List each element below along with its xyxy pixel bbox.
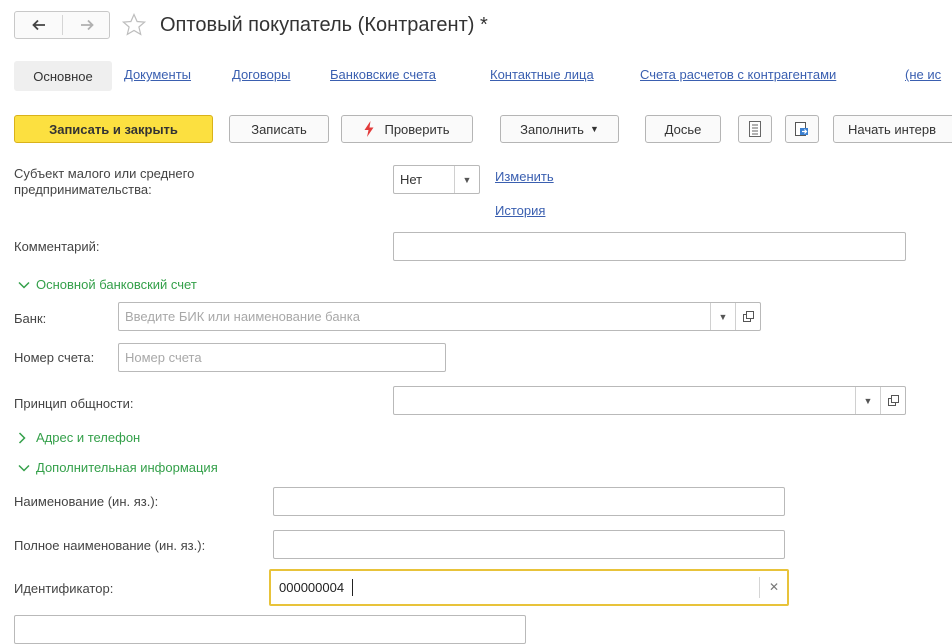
account-placeholder: Номер счета	[125, 350, 202, 365]
extra-info-section-toggle[interactable]: Дополнительная информация	[18, 460, 218, 475]
check-button-label: Проверить	[384, 121, 450, 137]
export-document-icon	[795, 122, 808, 136]
tab-contact-persons[interactable]: Контактные лица	[490, 67, 594, 82]
name-foreign-input[interactable]	[273, 487, 785, 516]
bottom-input[interactable]	[14, 615, 526, 644]
sme-select[interactable]: Нет ▼	[393, 165, 480, 194]
extra-info-section-title: Дополнительная информация	[36, 460, 218, 475]
tab-documents[interactable]: Документы	[124, 67, 191, 82]
bank-account-section-title: Основной банковский счет	[36, 277, 197, 292]
back-button[interactable]	[15, 12, 62, 38]
save-and-close-button[interactable]: Записать и закрыть	[14, 115, 213, 143]
chevron-down-icon	[18, 464, 30, 472]
tab-main[interactable]: Основное	[14, 61, 112, 91]
chevron-down-icon	[18, 281, 30, 289]
chevron-down-icon[interactable]: ▼	[454, 166, 479, 193]
account-label: Номер счета:	[14, 350, 95, 365]
chevron-down-icon[interactable]: ▼	[855, 387, 880, 414]
fill-button-label: Заполнить	[520, 121, 584, 137]
clear-icon[interactable]: ✕	[763, 576, 785, 598]
lightning-icon	[364, 121, 374, 137]
export-button[interactable]	[785, 115, 819, 143]
address-section-title: Адрес и телефон	[36, 430, 141, 445]
name-foreign-label: Наименование (ин. яз.):	[14, 494, 159, 509]
forward-button[interactable]	[63, 12, 110, 38]
arrow-right-icon	[80, 19, 94, 31]
start-interaction-button[interactable]: Начать интерв	[833, 115, 952, 143]
text-cursor	[352, 579, 353, 596]
sme-value: Нет	[400, 172, 423, 187]
fill-dropdown-button[interactable]: Заполнить ▼	[500, 115, 619, 143]
open-icon[interactable]	[880, 387, 905, 414]
save-button[interactable]: Записать	[229, 115, 329, 143]
tab-not-used[interactable]: (не ис	[905, 67, 941, 82]
full-name-foreign-label: Полное наименование (ин. яз.):	[14, 538, 206, 553]
tab-bank-accounts[interactable]: Банковские счета	[330, 67, 436, 82]
principle-input[interactable]: ▼	[393, 386, 906, 415]
account-input[interactable]: Номер счета	[118, 343, 446, 372]
open-icon[interactable]	[735, 303, 760, 330]
comment-label: Комментарий:	[14, 239, 100, 254]
favorite-star-icon[interactable]	[121, 12, 147, 38]
address-section-toggle[interactable]: Адрес и телефон	[18, 430, 140, 445]
dossier-button[interactable]: Досье	[645, 115, 721, 143]
document-list-icon	[749, 121, 761, 137]
arrow-left-icon	[31, 19, 45, 31]
principle-label: Принцип общности:	[14, 396, 134, 411]
window-title: Оптовый покупатель (Контрагент) *	[160, 14, 488, 36]
identifier-label: Идентификатор:	[14, 581, 114, 596]
chevron-down-icon[interactable]: ▼	[710, 303, 735, 330]
check-button[interactable]: Проверить	[341, 115, 473, 143]
identifier-value: 000000004	[279, 580, 345, 595]
bank-placeholder: Введите БИК или наименование банка	[125, 309, 360, 324]
comment-input[interactable]	[393, 232, 906, 261]
report-button[interactable]	[738, 115, 772, 143]
identifier-input[interactable]: 000000004 ✕	[269, 569, 789, 606]
tab-settlement-accounts[interactable]: Счета расчетов с контрагентами	[640, 67, 836, 82]
bank-input[interactable]: Введите БИК или наименование банка ▼	[118, 302, 761, 331]
bank-account-section-toggle[interactable]: Основной банковский счет	[18, 277, 197, 292]
navigation-buttons	[14, 11, 110, 39]
change-link[interactable]: Изменить	[495, 169, 554, 184]
chevron-right-icon	[18, 431, 26, 444]
full-name-foreign-input[interactable]	[273, 530, 785, 559]
sme-label: Субъект малого или среднего предпринимат…	[14, 166, 195, 197]
chevron-down-icon: ▼	[589, 124, 599, 134]
clear-divider	[759, 577, 760, 598]
bank-label: Банк:	[14, 311, 47, 326]
history-link[interactable]: История	[495, 203, 545, 218]
tab-contracts[interactable]: Договоры	[232, 67, 290, 82]
